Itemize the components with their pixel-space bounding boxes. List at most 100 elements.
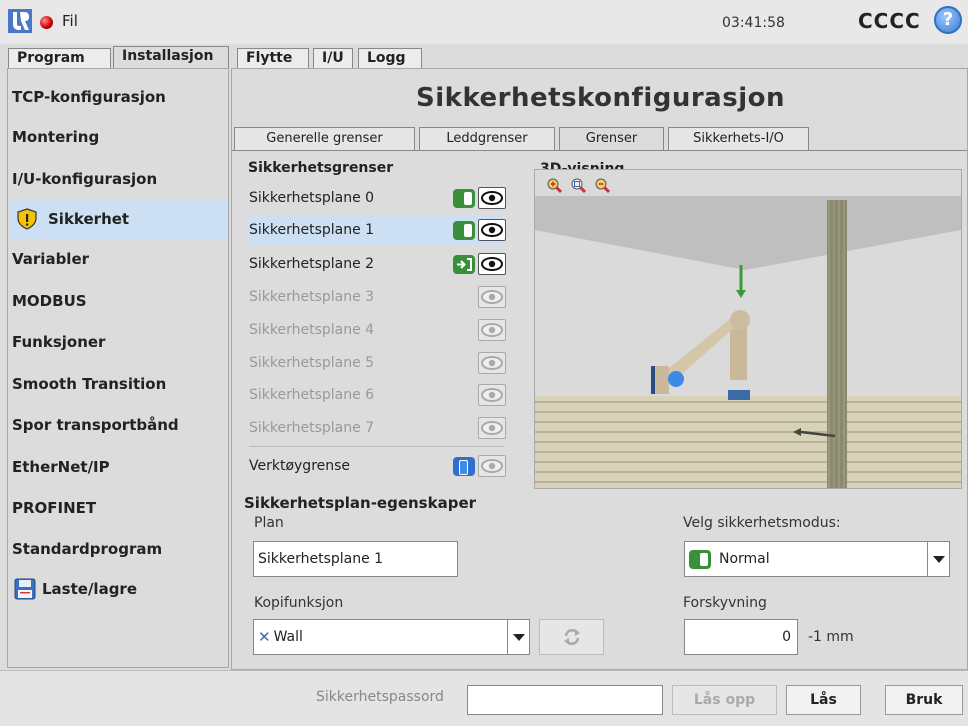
tab-iu[interactable]: I/U <box>313 48 353 70</box>
plane-label: Sikkerhetsplane 1 <box>249 222 375 238</box>
sidebar-item-iu-config[interactable]: I/U-konfigurasjon <box>9 159 227 199</box>
sidebar-item-modbus[interactable]: MODBUS <box>9 281 227 321</box>
plane-enable-toggle[interactable] <box>453 221 475 240</box>
sidebar-item-montering[interactable]: Montering <box>9 117 227 157</box>
footer: Sikkerhetspassord Lås opp Lås Bruk <box>0 670 968 726</box>
chevron-down-icon <box>507 620 529 654</box>
help-icon[interactable]: ? <box>934 6 962 34</box>
eye-icon[interactable] <box>478 219 506 241</box>
safety-mode-dropdown[interactable]: Normal <box>684 541 950 577</box>
plane-row-5[interactable]: Sikkerhetsplane 5 <box>247 348 506 378</box>
safety-mode-value: Normal <box>719 551 770 567</box>
save-icon <box>14 578 36 600</box>
file-menu[interactable]: Fil <box>62 12 78 30</box>
sidebar-item-label: TCP-konfigurasjon <box>12 88 166 106</box>
clock: 03:41:58 <box>722 15 785 31</box>
password-label: Sikkerhetspassord <box>316 689 444 705</box>
plane-row-2[interactable]: Sikkerhetsplane 2 <box>247 249 506 279</box>
eye-icon[interactable] <box>478 417 506 439</box>
plane-enable-toggle[interactable] <box>453 189 475 208</box>
offset-input[interactable]: 0 <box>684 619 798 655</box>
plane-label: Sikkerhetsplane 4 <box>249 322 375 338</box>
sidebar-item-ethernet-ip[interactable]: EtherNet/IP <box>9 447 227 487</box>
sidebar-item-profinet[interactable]: PROFINET <box>9 488 227 528</box>
tool-limit-label: Verktøygrense <box>249 458 351 474</box>
plane-label: Sikkerhetsplane 0 <box>249 190 375 206</box>
sidebar: TCP-konfigurasjon Montering I/U-konfigur… <box>7 68 229 668</box>
sidebar-item-variabler[interactable]: Variabler <box>9 239 227 279</box>
divider <box>249 446 504 447</box>
ur-logo-icon <box>8 9 32 33</box>
props-heading: Sikkerhetsplan-egenskaper <box>244 494 477 512</box>
top-bar: Fil 03:41:58 CCCC ? <box>0 0 968 44</box>
offset-label: Forskyvning <box>683 595 767 611</box>
sidebar-item-label: Funksjoner <box>12 333 106 351</box>
mode-label: Velg sikkerhetsmodus: <box>683 515 841 531</box>
eye-icon[interactable] <box>478 253 506 275</box>
sidebar-item-label: Sikkerhet <box>48 210 130 228</box>
zoom-out-icon[interactable] <box>595 178 611 198</box>
sidebar-item-load-save[interactable]: Laste/lagre <box>9 569 227 609</box>
plane-label: Sikkerhetsplane 2 <box>249 256 375 272</box>
sidebar-item-label: Spor transportbånd <box>12 416 179 434</box>
tool-limit-row[interactable]: Verktøygrense <box>247 451 506 481</box>
sidebar-item-funksjoner[interactable]: Funksjoner <box>9 322 227 362</box>
sidebar-item-label: EtherNet/IP <box>12 458 110 476</box>
lock-button[interactable]: Lås <box>786 685 861 715</box>
tool-limit-toggle[interactable] <box>453 457 475 476</box>
unlock-button[interactable]: Lås opp <box>672 685 777 715</box>
plane-label: Sikkerhetsplane 7 <box>249 420 375 436</box>
eye-icon[interactable] <box>478 352 506 374</box>
offset-unit: -1 mm <box>808 629 854 645</box>
plan-name-input[interactable]: Sikkerhetsplane 1 <box>253 541 458 577</box>
plane-row-3[interactable]: Sikkerhetsplane 3 <box>247 282 506 312</box>
zoom-fit-icon[interactable] <box>571 178 587 198</box>
tab-logg[interactable]: Logg <box>358 48 422 70</box>
tab-general-limits[interactable]: Generelle grenser <box>234 127 415 151</box>
normal-mode-icon <box>689 549 711 569</box>
sidebar-item-smooth-transition[interactable]: Smooth Transition <box>9 364 227 404</box>
feature-x-icon: ✕ <box>258 628 271 646</box>
apply-button[interactable]: Bruk <box>885 685 963 715</box>
plane-row-7[interactable]: Sikkerhetsplane 7 <box>247 413 506 443</box>
sidebar-item-conveyor-tracking[interactable]: Spor transportbånd <box>9 405 227 445</box>
sidebar-item-label: I/U-konfigurasjon <box>12 170 158 188</box>
eye-icon[interactable] <box>478 384 506 406</box>
3d-view[interactable] <box>534 169 962 489</box>
plane-row-1[interactable]: Sikkerhetsplane 1 <box>247 215 506 245</box>
plane-label: Sikkerhetsplane 5 <box>249 355 375 371</box>
trigger-plane-icon[interactable] <box>453 255 475 274</box>
tab-flytte[interactable]: Flytte <box>237 48 309 70</box>
plane-row-4[interactable]: Sikkerhetsplane 4 <box>247 315 506 345</box>
sidebar-item-sikkerhet[interactable]: Sikkerhet <box>9 199 227 239</box>
tab-safety-io[interactable]: Sikkerhets-I/O <box>668 127 809 151</box>
plane-label: Sikkerhetsplane 3 <box>249 289 375 305</box>
plane-row-0[interactable]: Sikkerhetsplane 0 <box>247 183 506 213</box>
plane-label: Sikkerhetsplane 6 <box>249 387 375 403</box>
tab-joint-limits[interactable]: Leddgrenser <box>419 127 555 151</box>
robot-status-icon <box>40 16 53 29</box>
refresh-icon <box>563 629 580 645</box>
eye-icon[interactable] <box>478 286 506 308</box>
zoom-in-icon[interactable] <box>547 178 563 198</box>
refresh-button[interactable] <box>539 619 604 655</box>
limits-heading: Sikkerhetsgrenser <box>248 160 394 176</box>
shield-warning-icon <box>17 208 37 230</box>
copy-feature-dropdown[interactable]: ✕ Wall <box>253 619 530 655</box>
eye-icon[interactable] <box>478 455 506 477</box>
tab-program[interactable]: Program <box>8 48 111 70</box>
plane-row-6[interactable]: Sikkerhetsplane 6 <box>247 380 506 410</box>
sidebar-item-label: Montering <box>12 128 100 146</box>
password-input[interactable] <box>467 685 663 715</box>
main-panel: Sikkerhetskonfigurasjon Generelle grense… <box>231 68 968 670</box>
sidebar-item-label: Standardprogram <box>12 540 163 558</box>
eye-icon[interactable] <box>478 319 506 341</box>
tab-boundaries[interactable]: Grenser <box>559 127 664 151</box>
chevron-down-icon <box>927 542 949 576</box>
sidebar-item-default-program[interactable]: Standardprogram <box>9 529 227 569</box>
sidebar-item-label: MODBUS <box>12 292 87 310</box>
sidebar-item-tcp[interactable]: TCP-konfigurasjon <box>9 77 227 117</box>
eye-icon[interactable] <box>478 187 506 209</box>
plan-label: Plan <box>254 515 284 531</box>
robot-name: CCCC <box>858 9 921 33</box>
